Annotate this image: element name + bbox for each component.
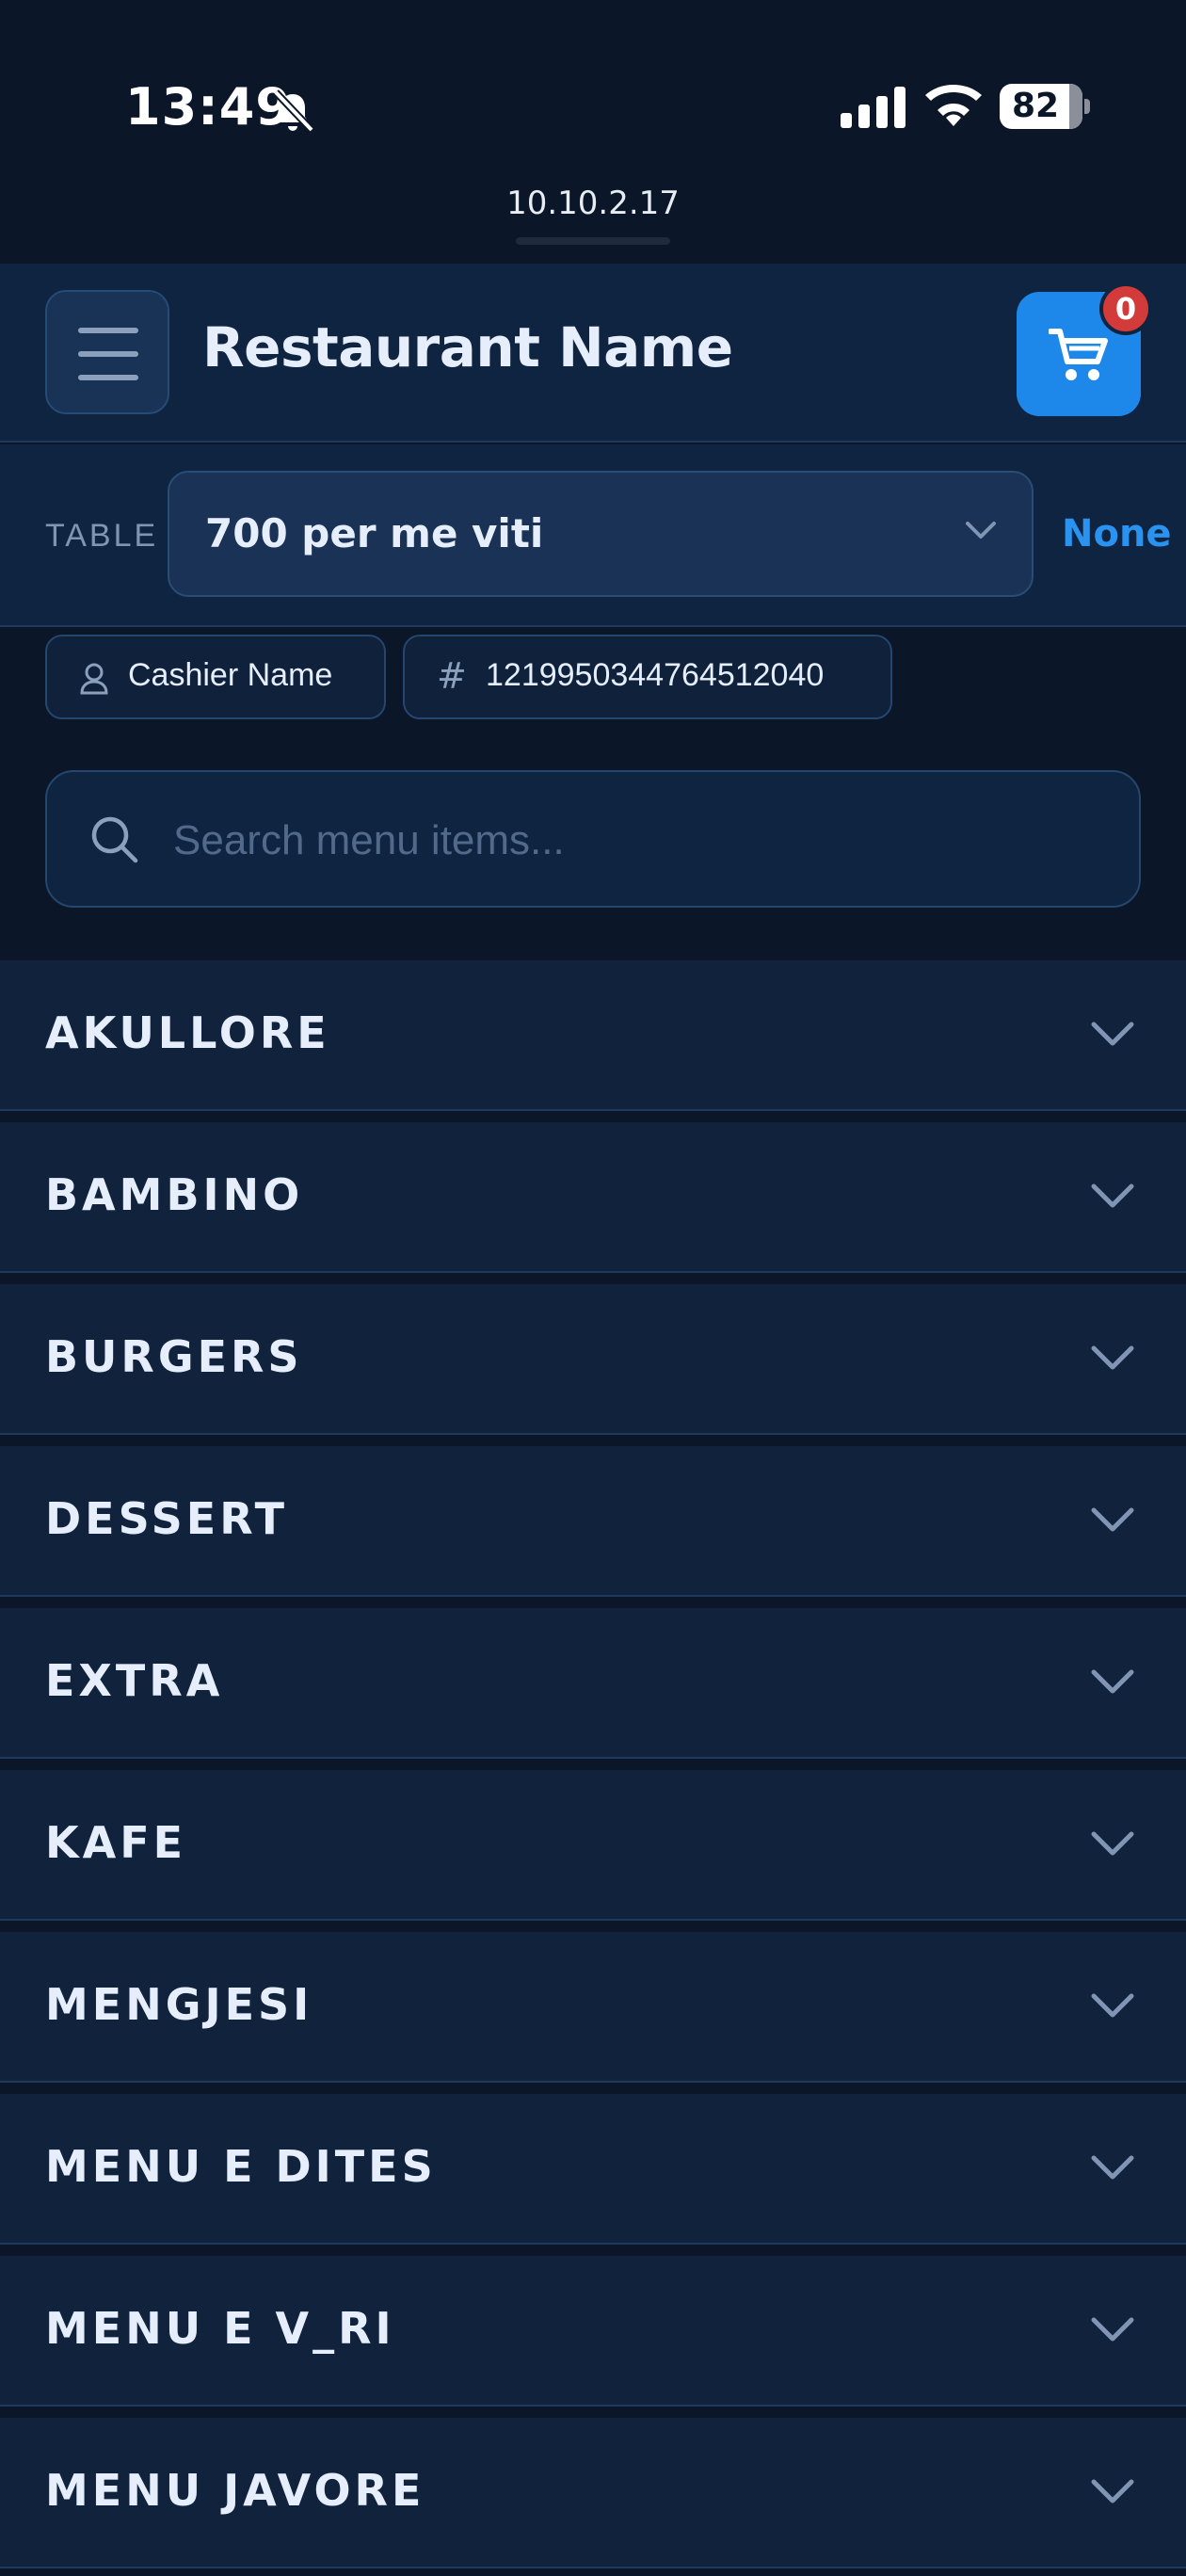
table-status-link[interactable]: None (1062, 512, 1172, 555)
order-id-chip: # 1219950344764512040 (403, 635, 892, 719)
category-label: BURGERS (45, 1331, 303, 1382)
battery-level: 82 (1011, 87, 1060, 125)
wifi-icon (925, 85, 982, 126)
category-label: MENU E DITES (45, 2141, 437, 2192)
page-title: Restaurant Name (202, 315, 733, 379)
chevron-down-icon (1091, 1022, 1134, 1046)
category-row[interactable]: BURGERS (0, 1284, 1186, 1435)
chevron-down-icon (1091, 1993, 1134, 2018)
cart-icon (1049, 329, 1108, 380)
status-bar: 13:49 82 10.10.2.17 (0, 0, 1186, 264)
cashier-name: Cashier Name (128, 657, 333, 693)
chevron-down-icon (1091, 1345, 1134, 1370)
battery-icon: 82 (1000, 84, 1082, 129)
status-time: 13:49 (125, 77, 292, 137)
chevron-down-icon (1091, 1669, 1134, 1694)
bell-muted-icon (273, 89, 314, 133)
chevron-down-icon (1091, 2155, 1134, 2180)
order-id: 1219950344764512040 (486, 657, 825, 693)
app-screen: 13:49 82 10.10.2.17 Restaurant Name 0 TA… (0, 0, 1186, 2576)
cashier-chip: Cashier Name (45, 635, 386, 719)
category-label: KAFE (45, 1817, 187, 1868)
user-icon (80, 663, 108, 695)
table-selected-value: 700 per me viti (205, 510, 544, 556)
category-row[interactable]: BAMBINO (0, 1122, 1186, 1273)
category-list: AKULLORE BAMBINO BURGERS DESSERT EXTRA K… (0, 960, 1186, 2576)
search-icon (91, 816, 138, 863)
table-select[interactable]: 700 per me viti (168, 471, 1034, 597)
search-input[interactable] (173, 800, 1096, 881)
category-label: MENU E V_RI (45, 2303, 395, 2354)
category-row[interactable]: AKULLORE (0, 960, 1186, 1111)
chevron-down-icon (1091, 2317, 1134, 2342)
table-selector-row: TABLE 700 per me viti None (0, 444, 1186, 627)
category-row[interactable]: MENU JAVORE (0, 2418, 1186, 2568)
category-row[interactable]: MENU E DITES (0, 2094, 1186, 2245)
chevron-down-icon (1091, 2479, 1134, 2504)
battery-indicator: 82 (1000, 84, 1090, 129)
url-underline (516, 237, 670, 245)
hamburger-icon (78, 328, 138, 333)
category-row[interactable]: MENGJESI (0, 1932, 1186, 2083)
chevron-down-icon (966, 522, 996, 539)
category-row[interactable]: KAFE (0, 1770, 1186, 1921)
cart-count-badge: 0 (1099, 282, 1152, 335)
chevron-down-icon (1091, 1831, 1134, 1856)
category-label: EXTRA (45, 1655, 224, 1706)
category-label: AKULLORE (45, 1007, 330, 1058)
cellular-signal-icon (841, 87, 906, 128)
category-row[interactable]: EXTRA (0, 1608, 1186, 1759)
category-row[interactable]: MENU E V_RI (0, 2256, 1186, 2407)
hash-icon: # (437, 655, 467, 697)
chevron-down-icon (1091, 1507, 1134, 1532)
category-label: MENGJESI (45, 1979, 313, 2030)
category-label: MENU JAVORE (45, 2465, 425, 2516)
chevron-down-icon (1091, 1183, 1134, 1208)
category-label: DESSERT (45, 1493, 288, 1544)
category-label: BAMBINO (45, 1169, 304, 1220)
app-header: Restaurant Name 0 (0, 264, 1186, 443)
table-label: TABLE (45, 518, 159, 554)
category-row[interactable]: DESSERT (0, 1446, 1186, 1597)
search-bar (45, 770, 1141, 908)
menu-button[interactable] (45, 290, 169, 414)
browser-url[interactable]: 10.10.2.17 (0, 185, 1186, 222)
